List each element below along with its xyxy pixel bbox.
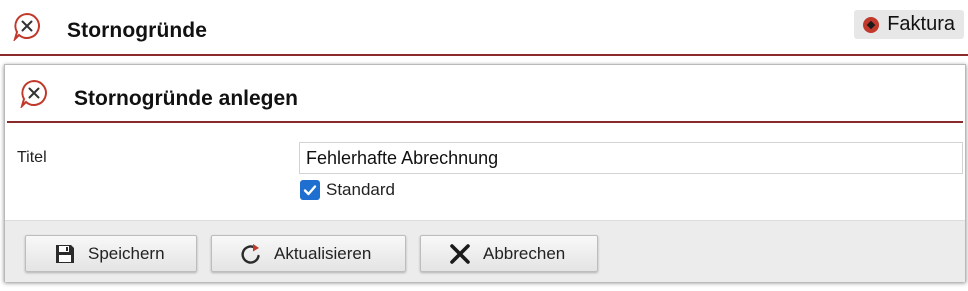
save-button[interactable]: Speichern [25,235,197,272]
cancel-speech-bubble-icon [13,12,40,41]
standard-checkbox[interactable] [300,180,320,200]
save-label: Speichern [88,243,165,263]
cancel-label: Abbrechen [483,243,566,263]
refresh-icon [241,243,260,264]
refresh-label: Aktualisieren [274,243,372,263]
create-dialog: Stornogründe anlegen Titel Standard Spei… [4,64,966,282]
module-switch-faktura[interactable]: Faktura [854,10,964,39]
close-icon [450,243,470,264]
page-title: Stornogründe [67,19,208,42]
floppy-disk-icon [56,244,74,263]
checkmark-icon [303,185,317,196]
standard-checkbox-row[interactable]: Standard [300,180,395,200]
dialog-header-divider [7,121,963,123]
titel-label: Titel [17,149,47,166]
diamond-dot-icon [863,16,880,33]
dialog-header: Stornogründe anlegen [5,65,965,123]
header-divider [0,54,968,56]
module-label: Faktura [887,13,955,35]
standard-label: Standard [326,180,395,199]
dialog-footer: Speichern Aktualisieren Abbrechen [5,220,965,282]
titel-input[interactable] [299,142,963,174]
refresh-button[interactable]: Aktualisieren [211,235,406,272]
dialog-title: Stornogründe anlegen [74,87,299,110]
page-header: Stornogründe Faktura [0,0,968,56]
cancel-speech-bubble-icon [20,79,47,108]
cancel-button[interactable]: Abbrechen [420,235,598,272]
